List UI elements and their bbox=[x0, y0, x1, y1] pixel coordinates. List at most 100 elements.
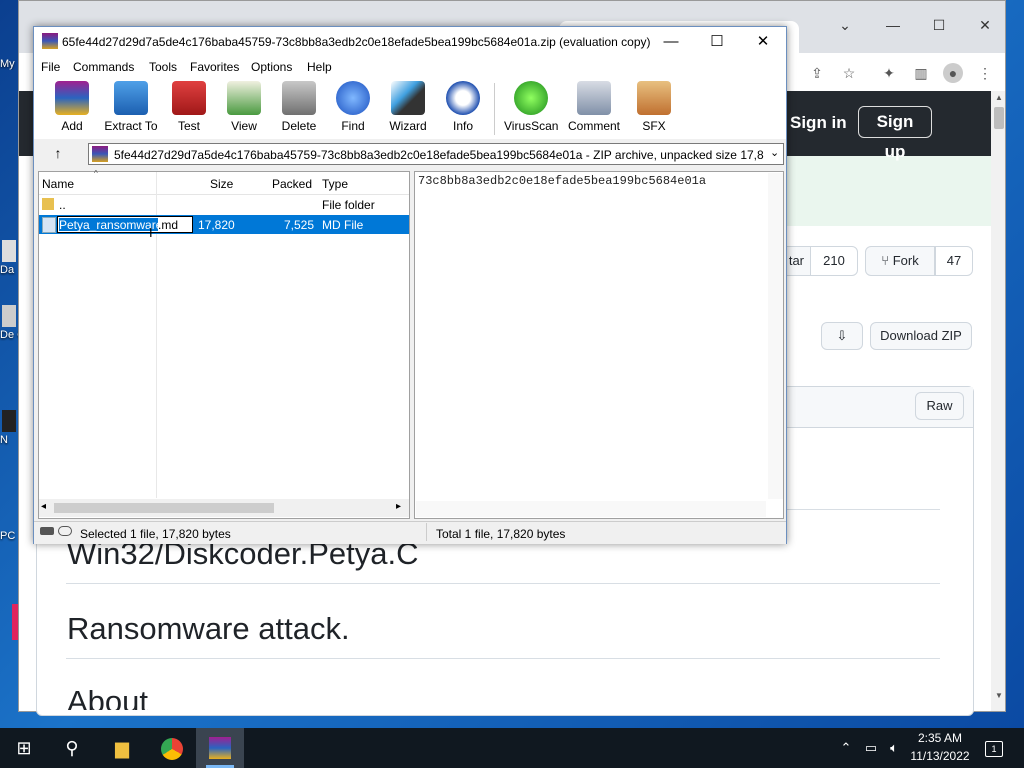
desktop-icon-de[interactable]: De C bbox=[0, 305, 18, 341]
scroll-down-icon[interactable]: ▼ bbox=[993, 691, 1005, 703]
winrar-window: 65fe44d27d29d7a5de4c176baba45759-73c8bb8… bbox=[33, 26, 787, 544]
share-icon[interactable]: ⇪ bbox=[807, 63, 827, 83]
more-menu-icon[interactable]: ⋮ bbox=[975, 63, 995, 83]
column-packed[interactable]: Packed bbox=[272, 177, 312, 191]
raw-button[interactable]: Raw bbox=[915, 392, 964, 420]
minimize-button[interactable]: — bbox=[881, 13, 905, 37]
sign-up-button[interactable]: Sign up bbox=[858, 106, 932, 161]
scroll-right-icon[interactable]: ▸ bbox=[396, 501, 401, 512]
tool-label: VirusScan bbox=[504, 119, 559, 133]
sort-arrow-icon: ^ bbox=[94, 169, 98, 178]
magnifier-icon bbox=[336, 81, 370, 115]
chevron-down-icon[interactable]: ⌄ bbox=[770, 146, 782, 162]
desktop-icon-my[interactable]: My bbox=[0, 58, 18, 70]
column-size[interactable]: Size bbox=[210, 177, 233, 191]
minimize-button[interactable]: — bbox=[648, 27, 694, 57]
text-cursor-icon: I bbox=[149, 225, 153, 240]
horizontal-scroll-thumb[interactable] bbox=[54, 503, 274, 513]
tool-label: Find bbox=[341, 119, 365, 133]
drive-icon bbox=[40, 527, 54, 535]
sign-in-link[interactable]: Sign in bbox=[790, 113, 847, 133]
desktop-icon-pc[interactable]: PC bbox=[0, 530, 18, 542]
menu-commands[interactable]: Commands bbox=[73, 60, 134, 74]
maximize-button[interactable]: ☐ bbox=[694, 27, 740, 57]
desktop-icon-label: My bbox=[0, 58, 15, 70]
add-button[interactable]: Add bbox=[52, 81, 92, 133]
file-explorer-icon[interactable]: ▆ bbox=[98, 728, 146, 768]
divider bbox=[66, 658, 940, 659]
tool-label: Comment bbox=[567, 119, 620, 133]
preview-scrollbar[interactable] bbox=[768, 173, 783, 499]
clock-date[interactable]: 11/13/2022 bbox=[900, 749, 980, 763]
download-icon[interactable]: ⇩ bbox=[821, 322, 863, 350]
menu-file[interactable]: File bbox=[41, 60, 60, 74]
menu-tools[interactable]: Tools bbox=[149, 60, 177, 74]
menu-options[interactable]: Options bbox=[251, 60, 292, 74]
column-type[interactable]: Type bbox=[322, 177, 348, 191]
clock-time[interactable]: 2:35 AM bbox=[900, 731, 980, 745]
close-button[interactable]: ✕ bbox=[740, 27, 786, 57]
sidebar-icon[interactable]: ▥ bbox=[911, 63, 931, 83]
profile-icon[interactable]: ● bbox=[943, 63, 963, 83]
tool-label: Info bbox=[452, 119, 473, 133]
status-divider bbox=[426, 523, 427, 541]
archive-icon bbox=[92, 146, 108, 162]
network-icon[interactable]: ▭ bbox=[860, 728, 882, 768]
maximize-button[interactable]: ☐ bbox=[927, 13, 951, 37]
chevron-down-icon[interactable]: ⌄ bbox=[833, 13, 857, 37]
tool-label: Test bbox=[177, 119, 200, 133]
download-zip-button[interactable]: Download ZIP bbox=[870, 322, 972, 350]
wizard-button[interactable]: Wizard bbox=[386, 81, 430, 133]
page-scrollbar[interactable] bbox=[991, 91, 1005, 711]
menu-help[interactable]: Help bbox=[307, 60, 332, 74]
virus-icon bbox=[514, 81, 548, 115]
star-count[interactable]: 210 bbox=[810, 246, 858, 276]
window-title: 65fe44d27d29d7a5de4c176baba45759-73c8bb8… bbox=[62, 35, 651, 49]
desktop-icon-n[interactable]: N bbox=[0, 410, 18, 446]
status-total: Total 1 file, 17,820 bytes bbox=[436, 527, 566, 541]
search-icon[interactable]: ⚲ bbox=[48, 728, 96, 768]
test-button[interactable]: Test bbox=[170, 81, 208, 133]
fork-button[interactable]: ⑂ Fork bbox=[865, 246, 935, 276]
tool-label: Add bbox=[61, 119, 83, 133]
tool-label: View bbox=[231, 119, 257, 133]
github-banner bbox=[779, 156, 991, 226]
comment-button[interactable]: Comment bbox=[566, 81, 622, 133]
notification-badge: 1 bbox=[985, 740, 1003, 757]
menu-bar bbox=[34, 57, 786, 77]
chrome-icon[interactable] bbox=[148, 728, 196, 768]
row-size: 17,820 bbox=[198, 218, 235, 232]
desktop-icon-da[interactable]: Da bbox=[0, 240, 18, 276]
comment-icon bbox=[577, 81, 611, 115]
sfx-button[interactable]: SFX bbox=[634, 81, 674, 133]
box-icon bbox=[637, 81, 671, 115]
file-icon bbox=[2, 305, 16, 327]
up-arrow-icon[interactable]: ↑ bbox=[48, 145, 68, 163]
page-scrollbar-thumb[interactable] bbox=[994, 107, 1004, 129]
find-button[interactable]: Find bbox=[334, 81, 372, 133]
book-icon bbox=[227, 81, 261, 115]
row-type: File folder bbox=[322, 198, 375, 212]
file-icon bbox=[2, 240, 16, 262]
info-button[interactable]: Info bbox=[446, 81, 480, 133]
folder-icon bbox=[42, 198, 54, 210]
windows-start-icon[interactable]: ⊞ bbox=[0, 728, 48, 768]
notification-icon[interactable]: 1 bbox=[982, 728, 1006, 768]
scroll-left-icon[interactable]: ◂ bbox=[41, 501, 46, 512]
star-icon[interactable]: ☆ bbox=[839, 63, 859, 83]
fork-count[interactable]: 47 bbox=[935, 246, 973, 276]
view-button[interactable]: View bbox=[222, 81, 266, 133]
preview-hscrollbar[interactable] bbox=[416, 501, 766, 517]
menu-favorites[interactable]: Favorites bbox=[190, 60, 239, 74]
extract-to-button[interactable]: Extract To bbox=[104, 81, 158, 133]
rename-selected-text: Petya_ransomware bbox=[59, 218, 163, 232]
close-button[interactable]: ✕ bbox=[973, 13, 997, 37]
extensions-icon[interactable]: ✦ bbox=[879, 63, 899, 83]
virusscan-button[interactable]: VirusScan bbox=[504, 81, 558, 133]
column-name[interactable]: Name bbox=[42, 177, 74, 191]
chevron-up-icon[interactable]: ⌃ bbox=[836, 728, 856, 768]
row-name[interactable]: .. bbox=[59, 198, 66, 212]
info-icon bbox=[446, 81, 480, 115]
scroll-up-icon[interactable]: ▲ bbox=[993, 93, 1005, 105]
delete-button[interactable]: Delete bbox=[278, 81, 320, 133]
